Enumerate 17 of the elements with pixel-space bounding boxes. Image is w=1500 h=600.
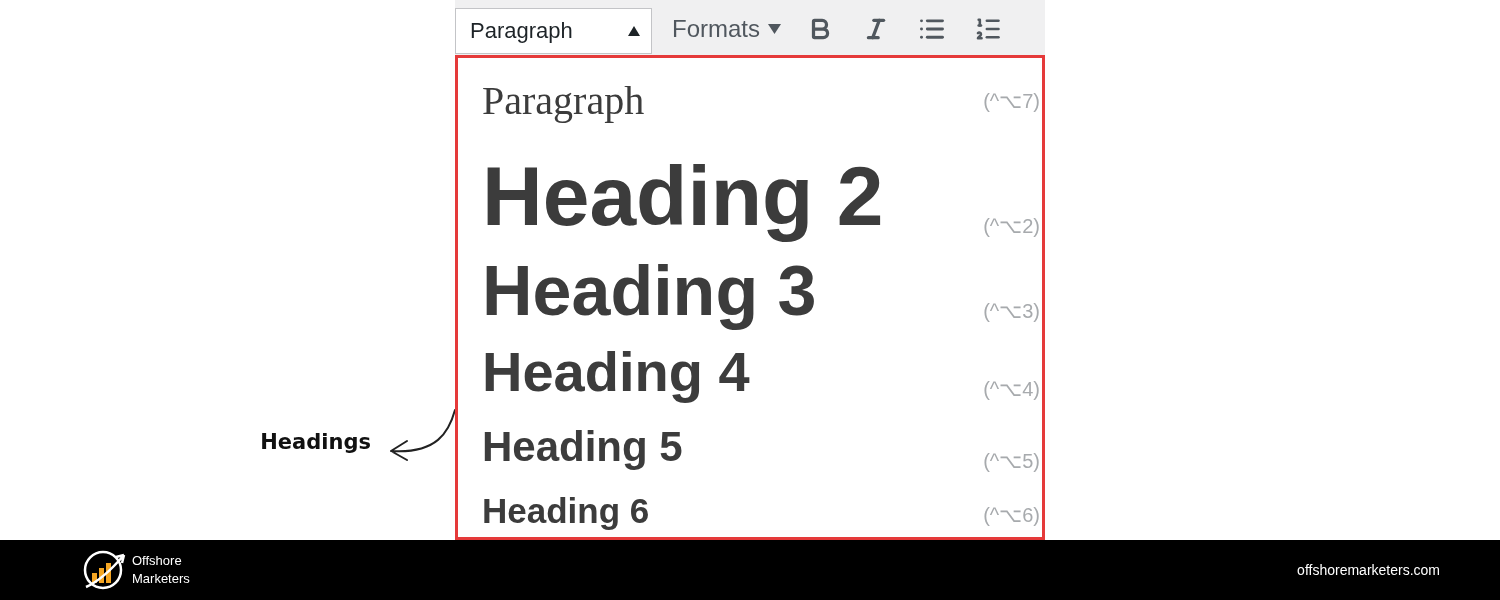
keyboard-shortcut: (^⌥6) <box>983 503 1040 527</box>
formats-menu-button[interactable]: Formats <box>672 14 781 43</box>
caret-up-icon <box>627 24 641 37</box>
logo-icon <box>82 549 128 591</box>
caret-down-icon <box>768 23 781 34</box>
keyboard-shortcut: (^⌥5) <box>983 449 1040 473</box>
keyboard-shortcut: (^⌥2) <box>983 214 1040 238</box>
annotation-label: Headings <box>260 430 371 454</box>
format-option[interactable]: Paragraph <box>482 80 645 121</box>
block-format-select[interactable]: Paragraph <box>455 7 652 54</box>
format-option[interactable]: Heading 6 <box>482 492 650 528</box>
keyboard-shortcut: (^⌥4) <box>983 377 1040 401</box>
format-option[interactable]: Heading 5 <box>482 426 683 468</box>
brand-name: Offshore Marketers <box>132 552 191 588</box>
website-link[interactable]: offshoremarketers.com <box>1297 562 1440 578</box>
keyboard-shortcut: (^⌥7) <box>983 88 1040 113</box>
keyboard-shortcut: (^⌥3) <box>983 299 1040 323</box>
